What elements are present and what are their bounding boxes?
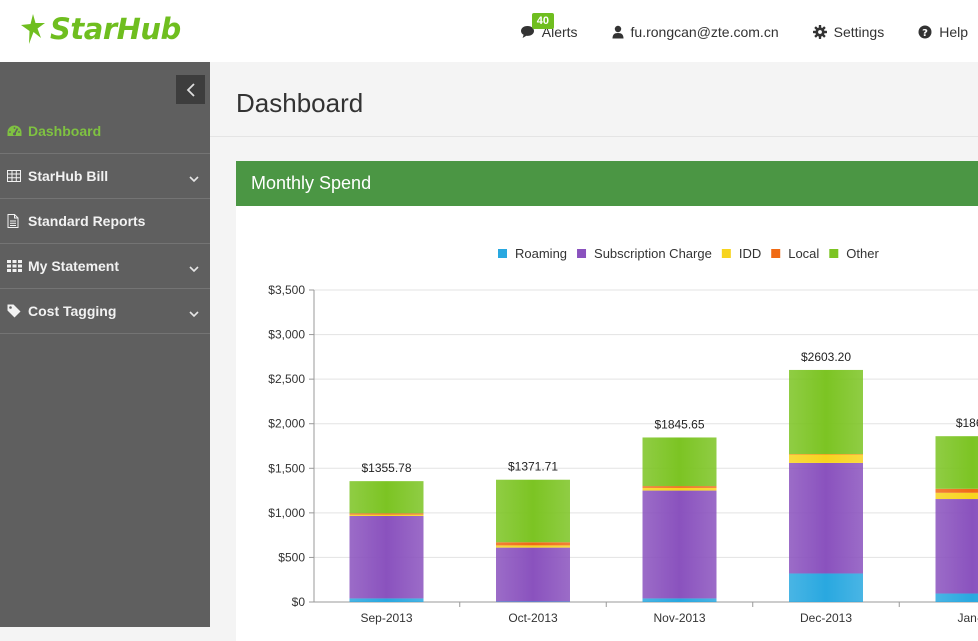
sidebar-item-cost-tagging[interactable]: Cost Tagging [0,289,210,334]
sidebar-item-starhub-bill[interactable]: StarHub Bill [0,154,210,199]
starhub-logo[interactable]: StarHub [20,12,181,46]
y-tick-label: $1,000 [268,506,305,520]
legend-swatch-roaming [498,249,507,258]
chevron-down-icon [189,305,199,321]
legend-swatch-local [771,249,780,258]
page-title: Dashboard [236,88,363,119]
bar-segment-roaming [936,594,978,602]
sidebar-item-standard-reports[interactable]: Standard Reports [0,199,210,244]
bar-segment-idd [643,488,717,491]
y-tick-label: $2,500 [268,372,305,386]
bar-segment-local [496,542,570,545]
x-tick-label: Sep-2013 [360,611,412,625]
legend-swatch-idd [722,249,731,258]
chevron-down-icon [189,260,199,276]
legend-label: Roaming [515,246,567,261]
settings-label: Settings [834,24,885,40]
bar-segment-roaming [350,598,424,602]
bar-segment-other [496,480,570,543]
sidebar-item-label: StarHub Bill [28,168,108,184]
table-icon [7,170,22,182]
bar-segment-local [643,486,717,488]
legend-label: Subscription Charge [594,246,712,261]
question-circle-icon: ? [918,25,932,39]
legend-label: Other [846,246,879,261]
bar-total-label: $1371.71 [508,460,558,474]
bar-segment-other [643,437,717,486]
bar-total-label: $1355.78 [361,461,411,475]
monthly-spend-chart: $0 $500 $1,000 $1,500 $2,000 $2,500 $3,000 $3,5… [236,206,978,627]
grid-icon [7,260,22,272]
user-account-link[interactable]: fu.rongcan@zte.com.cn [612,24,779,40]
help-link[interactable]: ? Help [918,24,968,40]
bar-segment-roaming [789,573,863,602]
sidebar-item-label: Dashboard [28,123,101,139]
chevron-down-icon [189,170,199,186]
bar-segment-idd [789,454,863,462]
sidebar-item-label: My Statement [28,258,119,274]
alerts-count-badge: 40 [532,13,554,29]
x-tick-label: Nov-2013 [653,611,705,625]
legend-label: Local [788,246,819,261]
sidebar-item-dashboard[interactable]: Dashboard [0,109,210,154]
user-icon [612,25,624,39]
bar-segment-local [936,489,978,493]
bar-segment-other [350,481,424,513]
bar-segment-subscription-charge [936,499,978,593]
legend-label: IDD [739,246,761,261]
y-tick-label: $3,500 [268,283,305,297]
bar-segment-idd [936,493,978,499]
y-tick-label: $0 [292,595,306,609]
sidebar-item-label: Cost Tagging [28,303,116,319]
bar-segment-roaming [643,598,717,602]
settings-link[interactable]: Settings [813,24,885,40]
x-tick-label: Oct-2013 [508,611,558,625]
tag-icon [7,304,22,318]
y-tick-label: $3,000 [268,328,305,342]
legend-swatch-other [829,249,838,258]
y-tick-label: $1,500 [268,461,305,475]
top-header: StarHub 40 Alerts fu.rongcan@zte.com.cn [0,0,978,62]
bar-segment-idd [496,545,570,547]
file-icon [7,214,22,228]
x-tick-label: Jan-2 [957,611,978,625]
bar-total-label: $1860 [956,416,978,430]
y-tick-label: $500 [278,550,305,564]
bar-segment-local [350,513,424,514]
legend-swatch-subscription-charge [577,249,586,258]
help-label: Help [939,24,968,40]
user-email: fu.rongcan@zte.com.cn [631,24,779,40]
bar-segment-other [936,436,978,489]
brand-name: StarHub [50,12,181,46]
monthly-spend-chart-area: $0 $500 $1,000 $1,500 $2,000 $2,500 $3,000 $3,5… [236,206,978,627]
chevron-left-icon [186,83,196,97]
bar-segment-subscription-charge [789,463,863,574]
bar-segment-subscription-charge [643,491,717,599]
panel-title: Monthly Spend [236,161,978,206]
sidebar: Dashboard StarHub Bill Standard Reports … [0,62,210,627]
sidebar-menu: Dashboard StarHub Bill Standard Reports … [0,109,210,334]
x-tick-label: Dec-2013 [800,611,852,625]
title-divider [210,136,978,137]
svg-text:?: ? [922,28,928,39]
sidebar-collapse-button[interactable] [176,75,205,104]
star-logo-icon [20,13,46,45]
dashboard-icon [7,125,22,137]
bar-segment-subscription-charge [496,548,570,602]
bar-segment-idd [350,515,424,516]
gear-icon [813,25,827,39]
bar-total-label: $1845.65 [654,417,704,431]
y-tick-label: $2,000 [268,417,305,431]
sidebar-item-label: Standard Reports [28,213,145,229]
bar-segment-subscription-charge [350,516,424,598]
alerts-link[interactable]: 40 Alerts [520,24,578,40]
top-nav: 40 Alerts fu.rongcan@zte.com.cn [520,22,978,42]
bar-segment-other [789,370,863,454]
sidebar-item-my-statement[interactable]: My Statement [0,244,210,289]
bar-total-label: $2603.20 [801,350,851,364]
